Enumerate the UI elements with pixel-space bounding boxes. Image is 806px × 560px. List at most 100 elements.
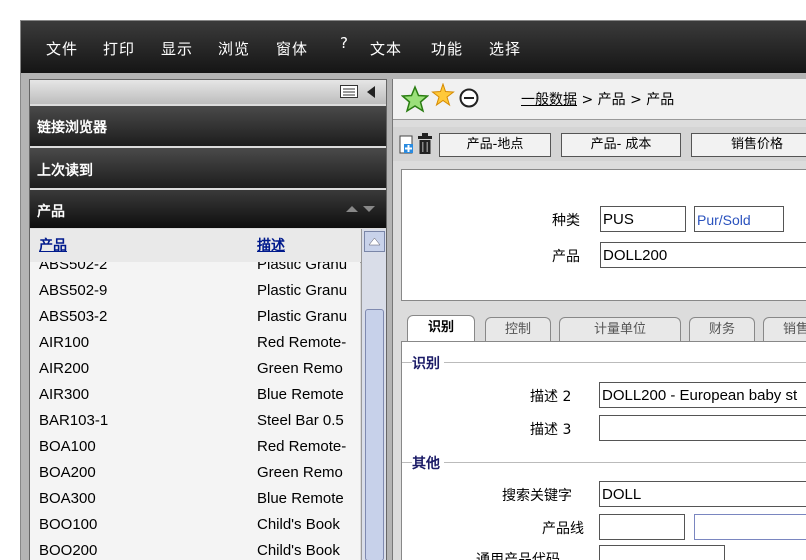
product-code-cell: BAR103-1 xyxy=(39,412,109,429)
last-visited-title: 上次读到 xyxy=(37,163,93,179)
product-list: ABS502-2 Plastic Granu ABS502-9 Plastic Gra… xyxy=(30,262,360,560)
type-field[interactable]: PUS xyxy=(600,206,686,232)
table-row[interactable]: BOA200 Green Remo xyxy=(30,461,360,487)
menu-view[interactable]: 显示 xyxy=(161,38,193,59)
menu-select[interactable]: 选择 xyxy=(489,38,521,59)
product-code-cell: ABS502-9 xyxy=(39,282,108,299)
product-description-cell: Plastic Granu xyxy=(257,262,348,273)
table-row[interactable]: AIR300 Blue Remote xyxy=(30,383,360,409)
table-row[interactable]: BOA300 Blue Remote xyxy=(30,487,360,513)
tab-product-location[interactable]: 产品-地点 xyxy=(439,133,551,157)
identify-section-title: 识别 xyxy=(412,353,444,373)
section-products[interactable]: 产品 xyxy=(30,190,386,228)
generic-code-field[interactable] xyxy=(599,545,725,560)
search-keyword-field[interactable]: DOLL xyxy=(599,481,806,507)
back-icon[interactable] xyxy=(459,88,479,108)
product-description-cell: Red Remote- xyxy=(257,438,347,455)
tab-identify[interactable]: 识别 xyxy=(407,315,475,343)
product-detail-panel: 一般数据 > 产品 > 产品 产品-地点 产品- 成本 销售价格 种类 PUS … xyxy=(392,79,806,560)
breadcrumb-root[interactable]: 一般数据 xyxy=(521,92,577,108)
product-description-cell: Child's Book xyxy=(257,542,340,559)
table-row[interactable]: ABS502-9 Plastic Granu xyxy=(30,279,360,305)
product-description-cell: Blue Remote xyxy=(257,490,344,507)
product-code-cell: ABS503-2 xyxy=(39,308,108,325)
delete-trash-icon[interactable] xyxy=(417,133,433,155)
description2-label: 描述 2 xyxy=(530,389,572,405)
product-field[interactable]: DOLL200 xyxy=(600,242,806,268)
tab-product-cost[interactable]: 产品- 成本 xyxy=(561,133,681,157)
product-description-cell: Child's Book xyxy=(257,516,340,533)
section-divider xyxy=(402,462,806,463)
product-description-cell: Plastic Granu xyxy=(257,282,348,299)
product-description-cell: Steel Bar 0.5 xyxy=(257,412,344,429)
product-description-cell: Green Remo xyxy=(257,360,343,377)
list-scrollbar[interactable] xyxy=(361,229,386,560)
sort-arrows-icon[interactable] xyxy=(346,204,376,214)
table-row[interactable]: BOO100 Child's Book xyxy=(30,513,360,539)
tab-sales[interactable]: 销售 xyxy=(763,317,806,342)
tab-units[interactable]: 计量单位 xyxy=(559,317,681,342)
product-description-cell: Plastic Granu xyxy=(257,308,348,325)
section-link-browser[interactable]: 链接浏览器 xyxy=(30,106,386,146)
column-product[interactable]: 产品 xyxy=(39,235,67,255)
table-row[interactable]: BOO200 Child's Book xyxy=(30,539,360,560)
product-line-description[interactable] xyxy=(694,514,806,540)
breadcrumb-level1[interactable]: 产品 xyxy=(598,92,626,108)
menu-file[interactable]: 文件 xyxy=(46,38,78,59)
product-list-header: 产品 描述 xyxy=(30,229,386,263)
description3-label: 描述 3 xyxy=(530,422,572,438)
link-browser-panel: 链接浏览器 上次读到 产品 产品 描述 ABS502-2 Plastic Gran… xyxy=(29,79,387,560)
panel-toolbar xyxy=(30,80,386,104)
section-last-visited[interactable]: 上次读到 xyxy=(30,148,386,188)
product-code-cell: AIR300 xyxy=(39,386,90,403)
app-window: 文件 打印 显示 浏览 窗体 ? 文本 功能 选择 链接浏览器 上次读到 产品 xyxy=(20,20,806,560)
breadcrumb-bar: 一般数据 > 产品 > 产品 xyxy=(393,79,806,120)
breadcrumb-separator: > xyxy=(630,92,642,108)
panel-menu-icon[interactable] xyxy=(340,85,358,98)
description2-field[interactable]: DOLL200 - European baby st xyxy=(599,382,806,408)
related-tabs-bar: 产品-地点 产品- 成本 销售价格 xyxy=(393,127,806,161)
product-code-cell: BOA100 xyxy=(39,438,96,455)
description3-field[interactable] xyxy=(599,415,806,441)
menu-help[interactable]: ? xyxy=(340,34,349,52)
product-code-cell: AIR100 xyxy=(39,334,90,351)
tab-sales-price[interactable]: 销售价格 xyxy=(691,133,806,157)
product-code-cell: ABS502-2 xyxy=(39,262,108,273)
tab-finance[interactable]: 财务 xyxy=(689,317,755,342)
menu-bar: 文件 打印 显示 浏览 窗体 ? 文本 功能 选择 xyxy=(21,21,806,73)
favorite-star-icon[interactable] xyxy=(401,85,429,113)
menu-print[interactable]: 打印 xyxy=(103,38,135,59)
header-form: 种类 PUS Pur/Sold 产品 DOLL200 D xyxy=(401,169,806,301)
scroll-thumb[interactable] xyxy=(365,309,384,560)
table-row[interactable]: BOA100 Red Remote- xyxy=(30,435,360,461)
scroll-up-button[interactable] xyxy=(364,231,385,252)
product-description-cell: Green Remo xyxy=(257,464,343,481)
product-code-cell: BOA300 xyxy=(39,490,96,507)
search-keyword-label: 搜索关键字 xyxy=(502,488,572,504)
type-description[interactable]: Pur/Sold xyxy=(694,206,784,232)
tab-control[interactable]: 控制 xyxy=(485,317,551,342)
table-row[interactable]: AIR100 Red Remote- xyxy=(30,331,360,357)
menu-browse[interactable]: 浏览 xyxy=(218,38,250,59)
column-description[interactable]: 描述 xyxy=(257,235,285,255)
table-row[interactable]: AIR200 Green Remo xyxy=(30,357,360,383)
product-line-field[interactable] xyxy=(599,514,685,540)
products-title: 产品 xyxy=(37,204,65,220)
other-section-title: 其他 xyxy=(412,453,444,473)
breadcrumb-level2: 产品 xyxy=(646,92,675,108)
bookmark-star-icon[interactable] xyxy=(431,83,455,107)
link-browser-title: 链接浏览器 xyxy=(37,120,107,136)
breadcrumb: 一般数据 > 产品 > 产品 xyxy=(521,89,674,109)
product-code-cell: BOO100 xyxy=(39,516,98,533)
table-row[interactable]: ABS503-2 Plastic Granu xyxy=(30,305,360,331)
new-record-icon[interactable] xyxy=(399,135,415,155)
product-label: 产品 xyxy=(552,249,580,265)
menu-window[interactable]: 窗体 xyxy=(276,38,308,59)
collapse-left-icon[interactable] xyxy=(366,86,376,98)
section-divider xyxy=(402,362,806,363)
product-description-cell: Red Remote- xyxy=(257,334,347,351)
menu-function[interactable]: 功能 xyxy=(431,38,463,59)
menu-text[interactable]: 文本 xyxy=(370,38,402,59)
table-row[interactable]: ABS502-2 Plastic Granu xyxy=(30,262,360,279)
table-row[interactable]: BAR103-1 Steel Bar 0.5 xyxy=(30,409,360,435)
